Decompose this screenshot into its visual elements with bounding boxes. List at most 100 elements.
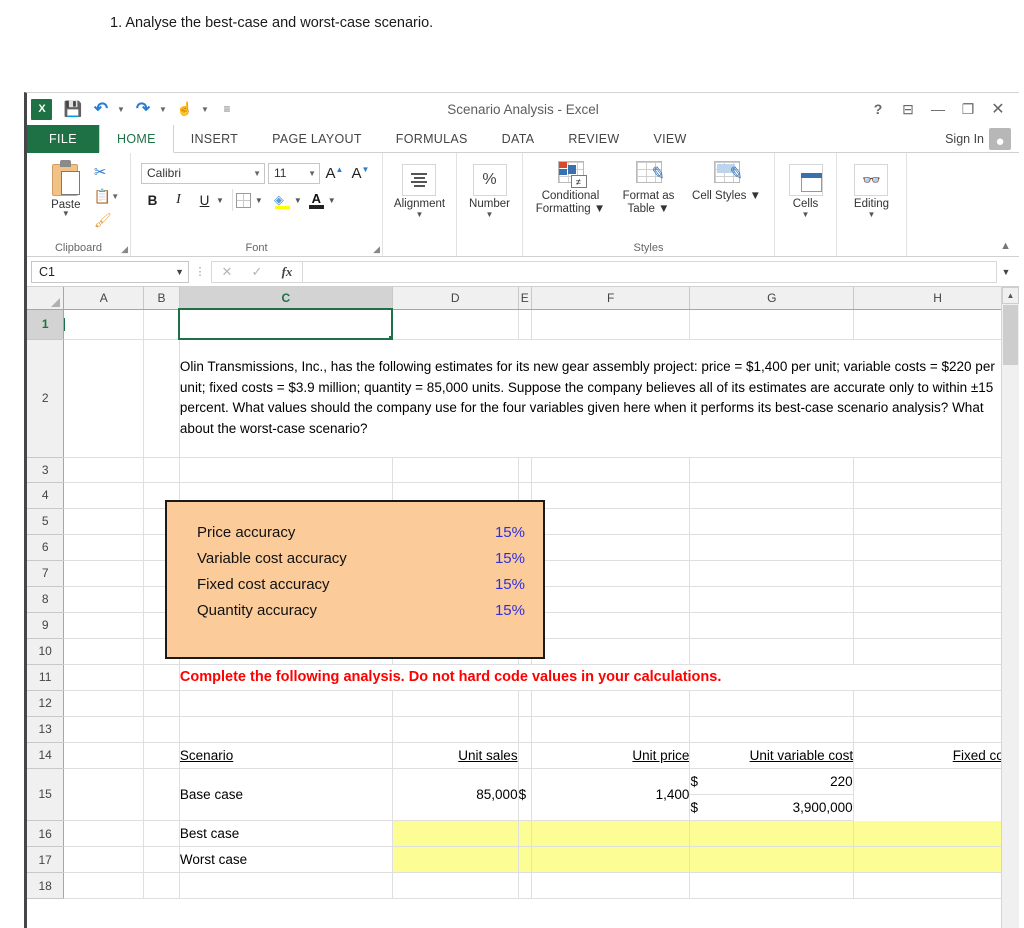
font-dialog-launcher-icon[interactable]: ◢ xyxy=(373,244,380,255)
sign-in-area[interactable]: Sign In ● xyxy=(933,125,1019,153)
cell-H8[interactable] xyxy=(854,586,1001,612)
cell-F14-header-unit-price[interactable]: Unit price xyxy=(531,742,690,768)
tab-data[interactable]: DATA xyxy=(485,125,552,153)
touch-dropdown-icon[interactable]: ▼ xyxy=(200,97,212,121)
format-as-table-button[interactable]: ✎ Format as Table ▼ xyxy=(611,160,687,216)
cell-B16[interactable] xyxy=(144,821,180,847)
number-dropdown-icon[interactable]: ▼ xyxy=(486,211,494,218)
scrollbar-thumb[interactable] xyxy=(1003,305,1018,365)
cell-B2[interactable] xyxy=(144,339,180,457)
borders-dropdown-icon[interactable]: ▼ xyxy=(255,196,263,205)
cell-H9[interactable] xyxy=(854,612,1001,638)
row-header-15[interactable]: 15 xyxy=(27,768,64,821)
row-header-14[interactable]: 14 xyxy=(27,742,64,768)
italic-button[interactable]: I xyxy=(167,189,190,211)
cells-button[interactable]: Cells ▼ xyxy=(789,160,823,218)
conditional-formatting-dropdown-icon[interactable]: ▼ xyxy=(594,203,605,215)
cell-G9[interactable] xyxy=(690,612,854,638)
name-box[interactable]: C1 ▼ xyxy=(31,261,189,283)
cell-F18[interactable] xyxy=(531,873,690,899)
cell-E17-input[interactable] xyxy=(518,847,531,873)
scroll-up-icon[interactable]: ▲ xyxy=(1002,287,1019,304)
row-header-6[interactable]: 6 xyxy=(27,534,64,560)
variable-cost-accuracy-value[interactable]: 15% xyxy=(495,550,525,567)
expand-formula-bar-icon[interactable]: ▼ xyxy=(997,267,1015,277)
cell-D3[interactable] xyxy=(392,457,518,482)
row-header-12[interactable]: 12 xyxy=(27,690,64,716)
cell-G10[interactable] xyxy=(690,638,854,664)
cell-A3[interactable] xyxy=(64,457,144,482)
ribbon-display-options-icon[interactable]: ⊟ xyxy=(893,96,923,122)
row-header-2[interactable]: 2 xyxy=(27,339,64,457)
cell-C2-problem-statement[interactable]: Olin Transmissions, Inc., has the follow… xyxy=(179,339,1001,457)
font-color-dropdown-icon[interactable]: ▼ xyxy=(328,196,336,205)
cell-A8[interactable] xyxy=(64,586,144,612)
cell-E1[interactable] xyxy=(518,309,531,339)
cell-B17[interactable] xyxy=(144,847,180,873)
redo-dropdown-icon[interactable]: ▼ xyxy=(158,97,170,121)
cell-C11-instruction[interactable]: Complete the following analysis. Do not … xyxy=(179,664,1001,690)
restore-icon[interactable]: ❐ xyxy=(953,96,983,122)
row-header-1[interactable]: 1 xyxy=(27,309,64,339)
cell-D18[interactable] xyxy=(392,873,518,899)
formula-input[interactable] xyxy=(303,261,997,283)
cell-C17-scenario[interactable]: Worst case xyxy=(179,847,392,873)
cell-H1[interactable] xyxy=(854,309,1001,339)
cell-A16[interactable] xyxy=(64,821,144,847)
row-header-11[interactable]: 11 xyxy=(27,664,64,690)
cell-G1[interactable] xyxy=(690,309,854,339)
cell-C15-scenario[interactable]: Base case xyxy=(179,768,392,821)
row-header-7[interactable]: 7 xyxy=(27,560,64,586)
cell-D12[interactable] xyxy=(392,690,518,716)
cell-H12[interactable] xyxy=(854,690,1001,716)
help-icon[interactable]: ? xyxy=(863,96,893,122)
clipboard-dialog-launcher-icon[interactable]: ◢ xyxy=(121,244,128,255)
cell-F1[interactable] xyxy=(531,309,690,339)
cell-C14-header-scenario[interactable]: Scenario xyxy=(179,742,392,768)
cell-G14-header-unit-variable-cost[interactable]: Unit variable cost xyxy=(690,742,854,768)
cell-E12[interactable] xyxy=(518,690,531,716)
price-accuracy-value[interactable]: 15% xyxy=(495,524,525,541)
row-header-18[interactable]: 18 xyxy=(27,873,64,899)
select-all-corner[interactable] xyxy=(27,287,64,309)
cell-D1[interactable] xyxy=(392,309,518,339)
cell-A18[interactable] xyxy=(64,873,144,899)
cell-H15-fixed-costs[interactable]: $ 3,900,000 xyxy=(690,795,853,821)
undo-icon[interactable]: ↶ xyxy=(88,97,114,121)
cell-G8[interactable] xyxy=(690,586,854,612)
column-header-E[interactable]: E xyxy=(518,287,531,309)
cell-B14[interactable] xyxy=(144,742,180,768)
cell-G7[interactable] xyxy=(690,560,854,586)
cell-H16-fixed-costs-input[interactable] xyxy=(854,821,1001,847)
cell-C3[interactable] xyxy=(179,457,392,482)
customize-toolbar-icon[interactable]: ≡ xyxy=(214,97,240,121)
editing-button[interactable]: 👓 Editing ▼ xyxy=(854,160,889,218)
cell-D15-unit-sales[interactable]: 85,000 xyxy=(392,768,518,821)
row-header-17[interactable]: 17 xyxy=(27,847,64,873)
font-size-dropdown-icon[interactable]: ▼ xyxy=(308,169,316,178)
cell-H13[interactable] xyxy=(854,716,1001,742)
cell-A12[interactable] xyxy=(64,690,144,716)
accuracy-input-box[interactable]: Price accuracy 15% Variable cost accurac… xyxy=(165,500,545,659)
fixed-cost-accuracy-value[interactable]: 15% xyxy=(495,576,525,593)
cell-F7[interactable] xyxy=(531,560,690,586)
paste-dropdown-icon[interactable]: ▼ xyxy=(62,211,70,217)
cell-H4[interactable] xyxy=(854,482,1001,508)
column-header-F[interactable]: F xyxy=(531,287,690,309)
cell-F5[interactable] xyxy=(531,508,690,534)
cell-A11[interactable] xyxy=(64,664,144,690)
row-header-5[interactable]: 5 xyxy=(27,508,64,534)
close-icon[interactable]: ✕ xyxy=(983,96,1013,122)
tab-review[interactable]: REVIEW xyxy=(551,125,636,153)
row-header-9[interactable]: 9 xyxy=(27,612,64,638)
tab-file[interactable]: FILE xyxy=(27,125,99,153)
cell-A17[interactable] xyxy=(64,847,144,873)
column-header-A[interactable]: A xyxy=(64,287,144,309)
cell-G16-unit-variable-cost-input[interactable] xyxy=(690,821,854,847)
formula-bar-grip[interactable]: ⋮ xyxy=(189,265,211,278)
cell-F8[interactable] xyxy=(531,586,690,612)
cell-G12[interactable] xyxy=(690,690,854,716)
format-painter-button[interactable]: 🖌 xyxy=(94,210,119,230)
cell-F16-unit-price-input[interactable] xyxy=(531,821,690,847)
touch-mode-icon[interactable]: ☝ xyxy=(172,97,198,121)
